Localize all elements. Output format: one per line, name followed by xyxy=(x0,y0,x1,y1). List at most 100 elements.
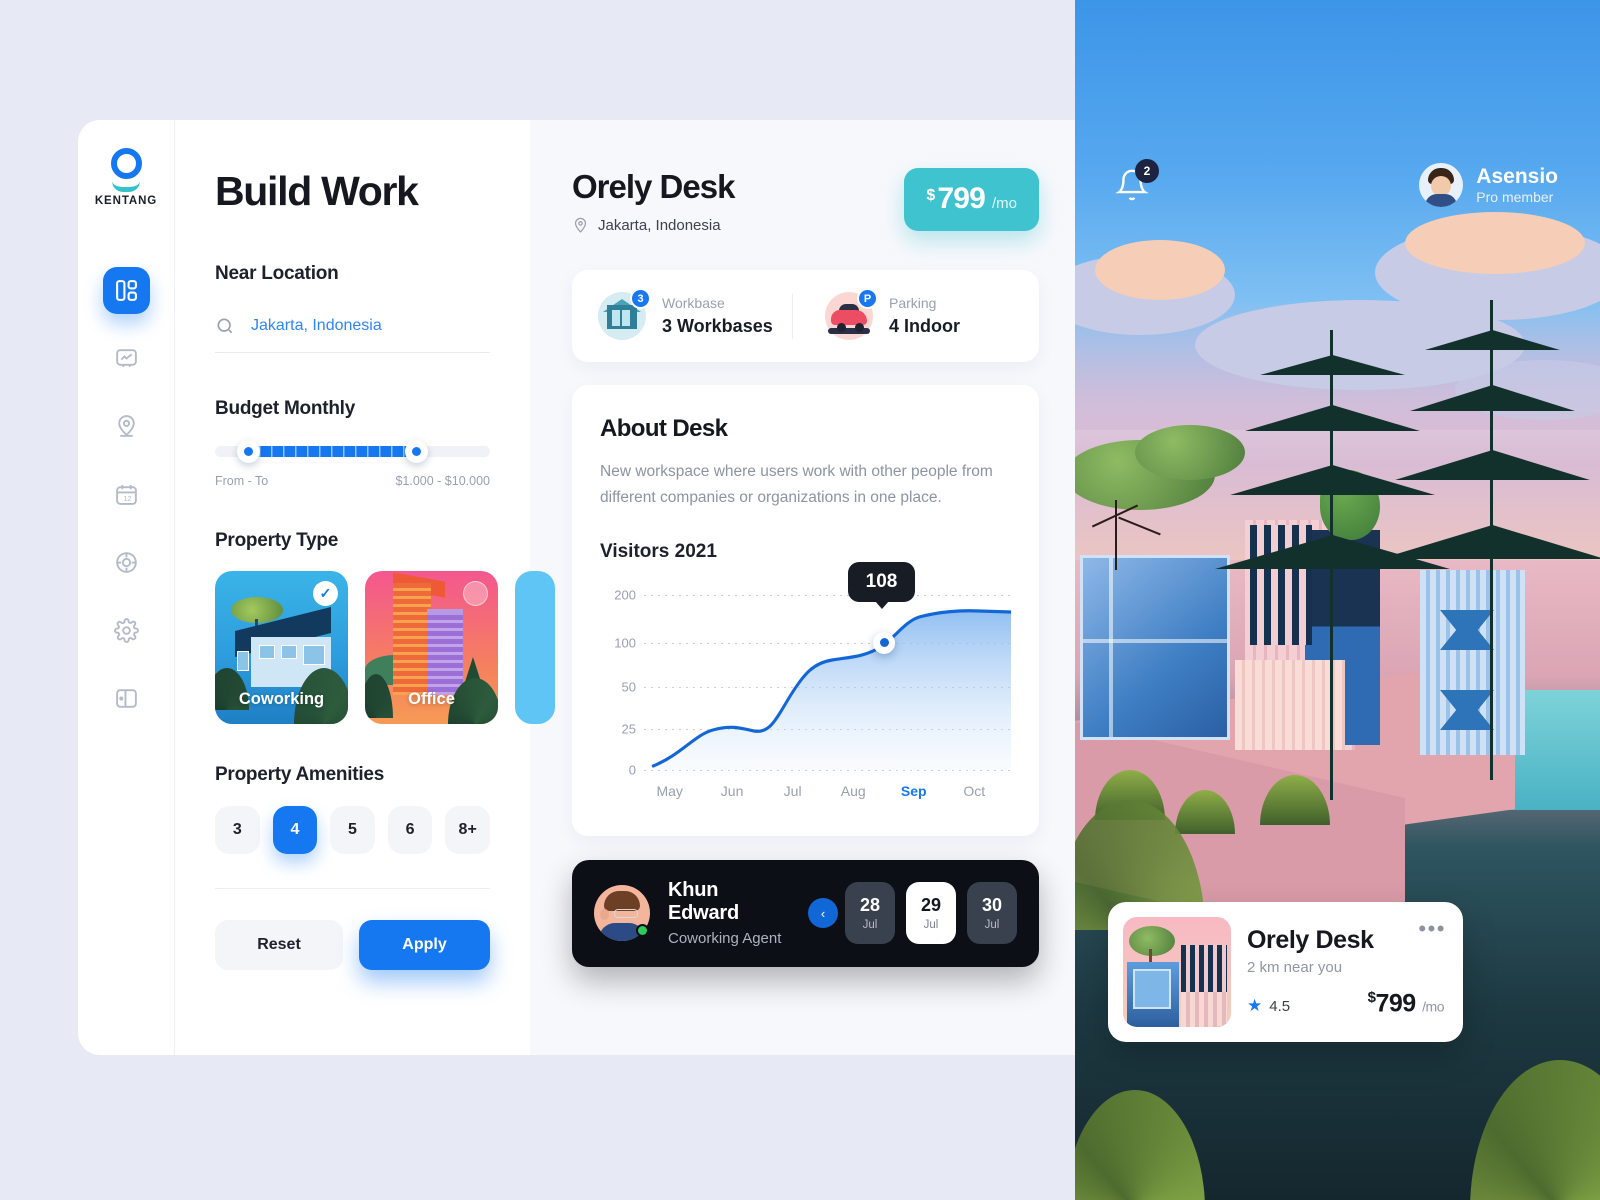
property-card[interactable]: Orely Desk 2 km near you ★ 4.5 $799 /mo … xyxy=(1108,902,1463,1042)
brand-name: KENTANG xyxy=(94,195,158,207)
house-icon: 3 xyxy=(598,288,651,340)
x-tick: May xyxy=(656,782,683,799)
property-thumbnail xyxy=(1123,917,1231,1027)
gear-icon xyxy=(113,618,139,643)
date-day: 28 xyxy=(859,895,881,916)
amenities-label: Property Amenities xyxy=(215,764,385,785)
sidebar-item-analytics[interactable] xyxy=(103,335,150,382)
user-menu[interactable]: Asensio Pro member xyxy=(1419,163,1558,207)
agent-role: Coworking Agent xyxy=(668,930,782,948)
about-body: New workspace where users work with othe… xyxy=(600,463,993,506)
date-month: Jul xyxy=(984,919,1000,932)
currency-symbol: $ xyxy=(926,187,936,204)
circle-logo-icon xyxy=(107,148,145,192)
star-icon: ★ xyxy=(1247,996,1263,1016)
near-location-label: Near Location xyxy=(215,263,339,284)
notification-button[interactable]: 2 xyxy=(1115,159,1159,202)
budget-section: Budget Monthly From - To $1.000 - $10.00… xyxy=(215,398,490,488)
stat-parking: P Parking 4 Indoor xyxy=(799,288,1013,340)
x-tick: Jun xyxy=(720,782,744,799)
panel-layout-icon xyxy=(115,689,137,708)
online-status-dot xyxy=(636,924,649,938)
date-chip-29[interactable]: 29 Jul xyxy=(906,882,956,945)
property-card-distance: 2 km near you xyxy=(1247,958,1343,976)
sidebar-item-dashboard[interactable] xyxy=(102,267,150,314)
date-day: 29 xyxy=(920,895,942,916)
cloud xyxy=(1095,240,1225,300)
topbar: 2 Asensio Pro member xyxy=(1075,140,1600,230)
budget-range-value: $1.000 - $10.000 xyxy=(395,474,490,488)
sidebar-item-layout[interactable] xyxy=(103,675,150,722)
detail-location-text: Jakarta, Indonesia xyxy=(598,217,721,234)
sidebar-item-explore[interactable] xyxy=(103,539,150,586)
search-input[interactable]: Jakarta, Indonesia xyxy=(215,296,490,353)
price-amount: 799 xyxy=(937,182,985,215)
x-tick: Jul xyxy=(783,782,802,799)
visitors-heading: Visitors 2021 xyxy=(600,540,717,562)
chart-tooltip: 108 xyxy=(847,561,916,609)
detail-panel: Orely Desk Jakarta, Indonesia $ 799 /mo … xyxy=(530,120,1075,1055)
visitors-chart[interactable]: 200 100 50 25 0 108 May Jun Jul Aug Sep … xyxy=(600,561,1011,810)
amenity-option-6[interactable]: 6 xyxy=(387,806,433,854)
stat-value: 3 Workbases xyxy=(662,316,773,336)
x-tick-active: Sep xyxy=(900,782,927,799)
property-type-card-office[interactable]: ○ Office xyxy=(365,571,498,724)
slider-knob-max[interactable] xyxy=(405,440,428,463)
calendar-icon: 12 xyxy=(115,485,137,505)
property-type-card-label: Coworking xyxy=(238,690,325,708)
sidebar-nav: 12 xyxy=(78,267,174,722)
tree-canopy xyxy=(1135,425,1245,480)
amenity-option-5[interactable]: 5 xyxy=(330,806,375,854)
date-chip-30[interactable]: 30 Jul xyxy=(967,882,1017,945)
price-period: /mo xyxy=(991,195,1017,212)
sidebar-item-calendar[interactable]: 12 xyxy=(103,471,150,518)
rating-value: 4.5 xyxy=(1269,997,1291,1015)
user-role: Pro member xyxy=(1476,189,1554,206)
amenity-option-8plus[interactable]: 8+ xyxy=(445,806,490,854)
budget-label: Budget Monthly xyxy=(215,398,356,419)
car-icon: P xyxy=(825,288,878,340)
slider-fill xyxy=(247,446,417,457)
chart-area-series xyxy=(651,608,1011,770)
chart-x-axis: May Jun Jul Aug Sep Oct xyxy=(644,783,1011,805)
filter-panel: Build Work Near Location Jakarta, Indone… xyxy=(175,120,555,1055)
about-heading: About Desk xyxy=(600,415,728,442)
amenity-option-4[interactable]: 4 xyxy=(272,806,318,854)
budget-range-slider[interactable] xyxy=(215,440,490,463)
y-tick: 50 xyxy=(621,679,636,695)
slider-knob-min[interactable] xyxy=(237,440,260,463)
apply-button[interactable]: Apply xyxy=(359,920,490,970)
sidebar: KENTANG 12 xyxy=(78,120,175,1055)
date-month: Jul xyxy=(923,919,939,932)
target-compass-icon xyxy=(115,552,137,573)
stat-value: 4 Indoor xyxy=(889,316,960,336)
property-type-check-icon: ✓ xyxy=(313,581,338,606)
reset-button[interactable]: Reset xyxy=(215,920,343,970)
y-tick: 25 xyxy=(621,721,636,737)
amenity-option-3[interactable]: 3 xyxy=(215,806,260,854)
chart-highlight-point[interactable] xyxy=(873,631,896,654)
location-pin-icon xyxy=(117,415,135,437)
detail-location: Jakarta, Indonesia xyxy=(572,217,734,234)
amenities-section: Property Amenities 3 4 5 6 8+ xyxy=(215,764,490,854)
avatar xyxy=(1419,163,1464,207)
about-card: About Desk New workspace where users wor… xyxy=(572,385,1039,836)
price-badge: $ 799 /mo xyxy=(904,168,1039,231)
more-dots-icon[interactable]: ••• xyxy=(1418,918,1446,940)
property-type-section: Property Type ✓ Coworking Office xyxy=(215,530,555,724)
sidebar-item-settings[interactable] xyxy=(103,607,150,654)
property-type-label: Property Type xyxy=(215,530,339,551)
divider xyxy=(792,293,793,339)
agent-bar: Khun Edward Coworking Agent ‹ 28 Jul 29 … xyxy=(572,859,1039,967)
date-chip-28[interactable]: 28 Jul xyxy=(845,882,895,945)
sidebar-item-locations[interactable] xyxy=(103,403,150,450)
search-icon xyxy=(217,318,233,334)
property-type-card-label: Office xyxy=(408,690,455,708)
chevron-left-icon[interactable]: ‹ xyxy=(808,898,838,929)
chart-y-axis: 200 100 50 25 0 xyxy=(600,585,636,777)
property-type-card-coworking[interactable]: ✓ Coworking xyxy=(215,571,348,724)
stat-badge: 3 xyxy=(630,288,651,309)
budget-from-to-label: From - To xyxy=(215,474,269,488)
date-month: Jul xyxy=(862,919,878,932)
stat-key: Parking xyxy=(889,295,937,311)
